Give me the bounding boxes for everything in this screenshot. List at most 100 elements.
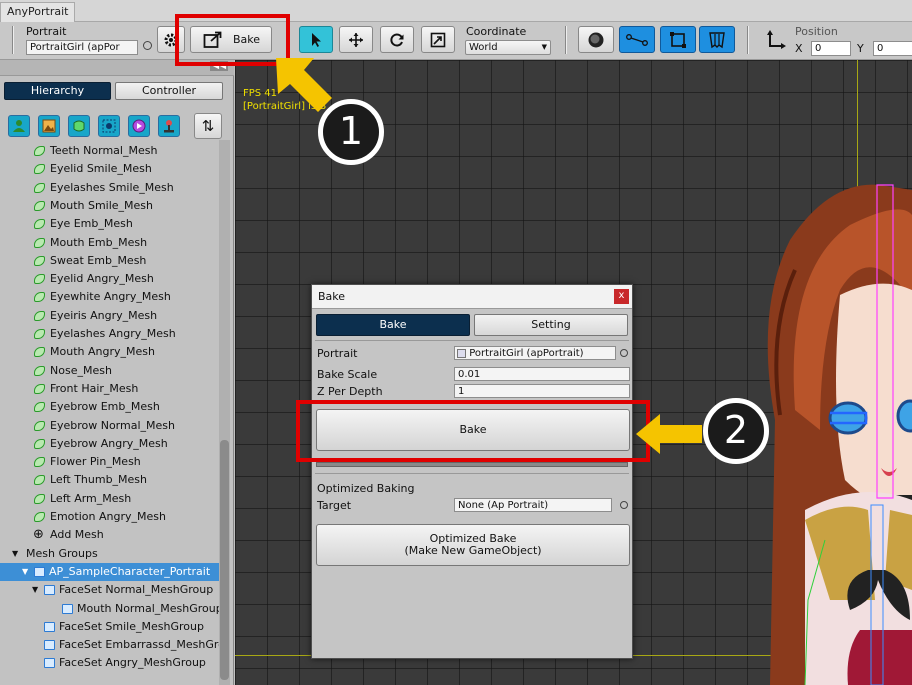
hierarchy-scrollbar[interactable]: [219, 140, 230, 685]
filter-animation-button[interactable]: [128, 115, 150, 137]
move-tool-button[interactable]: [339, 26, 373, 53]
dialog-portrait-label: Portrait: [317, 347, 358, 360]
list-item[interactable]: ▼ FaceSet Normal_MeshGroup: [0, 581, 220, 599]
select-tool-button[interactable]: [299, 26, 333, 53]
portrait-field[interactable]: PortraitGirl (apPor: [26, 40, 138, 55]
portrait-field-value: PortraitGirl (apPor: [30, 42, 120, 53]
texture-view-button[interactable]: [699, 26, 735, 53]
filter-image-button[interactable]: [38, 115, 60, 137]
close-icon[interactable]: x: [614, 289, 629, 304]
meshgroup-icon: [44, 658, 55, 669]
position-x-label: X: [795, 42, 803, 55]
play-icon: [132, 119, 146, 133]
window-tab[interactable]: AnyPortrait: [0, 2, 76, 22]
mesh-label: Eyelashes Angry_Mesh: [50, 327, 176, 340]
tab-setting[interactable]: Setting: [474, 314, 628, 336]
mesh-label: Teeth Normal_Mesh: [50, 144, 158, 157]
scrollbar-thumb[interactable]: [220, 440, 229, 680]
target-value: None (Ap Portrait): [458, 500, 549, 511]
bake-scale-input[interactable]: 0.01: [454, 367, 630, 381]
list-item[interactable]: Eyelid Smile_Mesh: [0, 160, 220, 178]
object-icon: [457, 348, 466, 358]
list-item[interactable]: Front Hair_Mesh: [0, 380, 220, 398]
list-item[interactable]: Eyelashes Angry_Mesh: [0, 325, 220, 343]
list-item[interactable]: Teeth Normal_Mesh: [0, 142, 220, 160]
chevron-down-icon: ▼: [541, 43, 547, 51]
list-item[interactable]: Sweat Emb_Mesh: [0, 252, 220, 270]
target-field[interactable]: None (Ap Portrait): [454, 498, 612, 512]
list-item[interactable]: Mouth Smile_Mesh: [0, 197, 220, 215]
tab-controller[interactable]: Controller: [115, 82, 223, 100]
onion-icon: [588, 32, 604, 47]
position-y-input[interactable]: 0: [873, 41, 912, 56]
list-item[interactable]: Flower Pin_Mesh: [0, 453, 220, 471]
list-item[interactable]: FaceSet Angry_MeshGroup: [0, 654, 220, 672]
dialog-title: Bake: [318, 290, 346, 303]
mesh-view-button[interactable]: [660, 26, 696, 53]
portrait-picker-icon[interactable]: [620, 349, 628, 357]
onion-skin-button[interactable]: [578, 26, 614, 53]
list-item[interactable]: FaceSet Smile_MeshGroup: [0, 618, 220, 636]
add-mesh-label: Add Mesh: [50, 528, 104, 542]
dialog-portrait-field[interactable]: PortraitGirl (apPortrait): [454, 346, 616, 360]
hierarchy-tree: Teeth Normal_Mesh Eyelid Smile_Mesh Eyelas…: [0, 142, 220, 685]
bake-scale-label: Bake Scale: [317, 368, 378, 381]
filter-mesh-button[interactable]: [68, 115, 90, 137]
list-item[interactable]: FaceSet Embarrassd_MeshGroup: [0, 636, 220, 654]
sort-button[interactable]: ⇅: [194, 113, 222, 139]
move-icon: [349, 32, 363, 47]
mesh-label: Eyelid Smile_Mesh: [50, 162, 152, 176]
position-x-input[interactable]: 0: [811, 41, 851, 56]
tab-hierarchy[interactable]: Hierarchy: [4, 82, 111, 100]
arrow-icon-step1: [276, 58, 332, 112]
mesh-label: Eyebrow Angry_Mesh: [50, 436, 168, 450]
mesh-icon: [34, 365, 45, 376]
filter-meshgroup-button[interactable]: [98, 115, 120, 137]
divider: [315, 340, 629, 341]
meshgroup-icon: [44, 585, 55, 596]
list-item[interactable]: Mouth Angry_Mesh: [0, 343, 220, 361]
mesh-frame-icon: [670, 31, 686, 48]
list-item[interactable]: Eyewhite Angry_Mesh: [0, 288, 220, 306]
list-item[interactable]: ▼ AP_SampleCharacter_Portrait: [0, 562, 220, 581]
rotate-tool-button[interactable]: [380, 26, 414, 53]
list-item[interactable]: Left Arm_Mesh: [0, 490, 220, 508]
chevron-down-icon: ▼: [22, 566, 29, 576]
section-header[interactable]: ▼ Mesh Groups: [0, 545, 220, 563]
mesh-icon: [34, 219, 45, 230]
list-item[interactable]: Eyelashes Smile_Mesh: [0, 179, 220, 197]
meshgroup-label: FaceSet Angry_MeshGroup: [59, 656, 206, 670]
list-item[interactable]: Mouth Emb_Mesh: [0, 234, 220, 252]
mesh-label: Eyebrow Emb_Mesh: [50, 400, 160, 414]
list-item[interactable]: Eyebrow Angry_Mesh: [0, 435, 220, 453]
list-item[interactable]: Left Thumb_Mesh: [0, 471, 220, 489]
list-item[interactable]: Eyeiris Angry_Mesh: [0, 307, 220, 325]
person-icon: [13, 120, 25, 132]
meshgroup-label: AP_SampleCharacter_Portrait: [49, 564, 211, 578]
list-item[interactable]: Mouth Normal_MeshGroup: [0, 600, 220, 618]
scale-tool-button[interactable]: [421, 26, 455, 53]
tab-bake[interactable]: Bake: [316, 314, 470, 336]
list-item[interactable]: Nose_Mesh: [0, 362, 220, 380]
portrait-picker-icon[interactable]: [143, 41, 152, 50]
bone-view-button[interactable]: [619, 26, 655, 53]
optimized-bake-button[interactable]: Optimized Bake (Make New GameObject): [316, 524, 630, 566]
mesh-icon: [34, 310, 45, 321]
list-item[interactable]: Emotion Angry_Mesh: [0, 508, 220, 526]
list-item[interactable]: Eyebrow Emb_Mesh: [0, 398, 220, 416]
image-icon: [42, 119, 56, 133]
highlight-box-dialog-bake: [296, 400, 650, 462]
filter-param-button[interactable]: [158, 115, 180, 137]
target-picker-icon[interactable]: [620, 501, 628, 509]
dialog-titlebar[interactable]: Bake: [312, 285, 632, 309]
filter-root-button[interactable]: [8, 115, 30, 137]
coordinate-dropdown[interactable]: World ▼: [465, 40, 551, 55]
window-titlebar: AnyPortrait: [0, 0, 912, 22]
list-item[interactable]: Eyebrow Normal_Mesh: [0, 417, 220, 435]
list-item[interactable]: Eyelid Angry_Mesh: [0, 270, 220, 288]
bake-progress-bar: [316, 462, 628, 467]
bake-dialog: Bake x Bake Setting Portrait PortraitGir…: [311, 284, 633, 659]
list-item[interactable]: Eye Emb_Mesh: [0, 215, 220, 233]
add-mesh-item[interactable]: ⊕ Add Mesh: [0, 526, 220, 544]
z-per-depth-input[interactable]: 1: [454, 384, 630, 398]
